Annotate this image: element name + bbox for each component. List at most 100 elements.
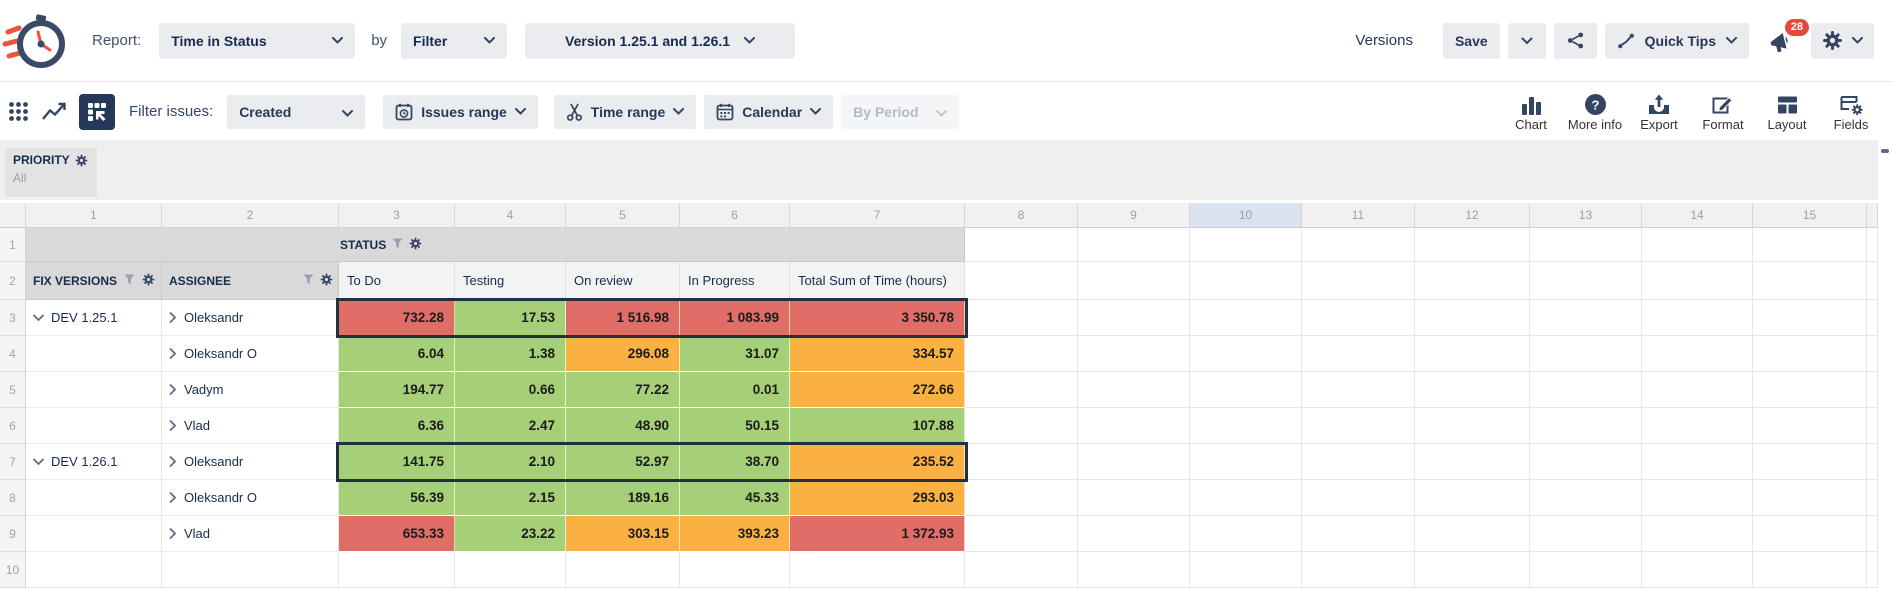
grid-cell[interactable] <box>1753 408 1867 444</box>
value-cell[interactable]: 334.57 <box>790 336 965 372</box>
grid-cell[interactable] <box>1190 262 1302 300</box>
value-cell[interactable]: 48.90 <box>566 408 680 444</box>
chart-action-button[interactable]: Chart <box>1502 92 1560 132</box>
expand-chevron-right-icon[interactable] <box>169 384 177 395</box>
apps-grid-icon[interactable] <box>8 101 29 122</box>
grid-cell[interactable] <box>1415 262 1530 300</box>
grid-cell[interactable] <box>965 408 1078 444</box>
issues-range-dropdown[interactable]: Issues range <box>383 95 538 129</box>
assignee-cell[interactable]: Oleksandr <box>162 300 339 336</box>
grid-cell[interactable] <box>965 336 1078 372</box>
column-header-1[interactable]: 1 <box>26 203 162 228</box>
column-header-11[interactable]: 11 <box>1302 203 1415 228</box>
grid-cell[interactable] <box>1753 444 1867 480</box>
grid-cell[interactable] <box>965 444 1078 480</box>
grid-cell[interactable] <box>1530 444 1642 480</box>
row-header-1[interactable]: 1 <box>0 228 26 262</box>
value-cell[interactable]: 1.38 <box>455 336 566 372</box>
value-cell[interactable]: 2.10 <box>455 444 566 480</box>
value-cell[interactable]: 77.22 <box>566 372 680 408</box>
settings-button[interactable] <box>1811 23 1874 59</box>
grid-cell[interactable] <box>1530 336 1642 372</box>
grid-cell[interactable] <box>1642 372 1753 408</box>
grid-cell[interactable] <box>1415 408 1530 444</box>
grid-cell[interactable] <box>1190 228 1302 262</box>
expand-chevron-right-icon[interactable] <box>169 456 177 467</box>
grid-cell[interactable] <box>1530 300 1642 336</box>
grid-cell[interactable] <box>965 516 1078 552</box>
status-column-header[interactable]: To Do <box>339 262 455 300</box>
grid-cell[interactable] <box>1642 480 1753 516</box>
value-cell[interactable]: 2.15 <box>455 480 566 516</box>
filter-icon[interactable] <box>392 238 403 252</box>
grid-corner-cell[interactable] <box>0 203 26 228</box>
grid-cell[interactable] <box>566 552 680 588</box>
grid-cell[interactable] <box>1530 372 1642 408</box>
grid-cell[interactable] <box>1642 408 1753 444</box>
grid-cell[interactable] <box>1078 372 1190 408</box>
column-header-9[interactable]: 9 <box>1078 203 1190 228</box>
column-header-6[interactable]: 6 <box>680 203 790 228</box>
grid-cell[interactable] <box>1415 444 1530 480</box>
grid-cell[interactable] <box>1753 372 1867 408</box>
grid-cell[interactable] <box>1753 552 1867 588</box>
scrollbar-thumb[interactable] <box>1881 149 1889 153</box>
value-cell[interactable]: 293.03 <box>790 480 965 516</box>
grid-cell[interactable] <box>1415 228 1530 262</box>
value-cell[interactable]: 272.66 <box>790 372 965 408</box>
grid-cell[interactable] <box>1190 372 1302 408</box>
time-range-dropdown[interactable]: Time range <box>554 95 696 129</box>
column-header-13[interactable]: 13 <box>1530 203 1642 228</box>
value-cell[interactable]: 17.53 <box>455 300 566 336</box>
value-cell[interactable]: 31.07 <box>680 336 790 372</box>
priority-filter-chip[interactable]: PRIORITY All <box>5 148 97 197</box>
value-cell[interactable]: 56.39 <box>339 480 455 516</box>
value-cell[interactable]: 0.66 <box>455 372 566 408</box>
assignee-cell[interactable]: Vlad <box>162 408 339 444</box>
grid-cell[interactable] <box>1302 336 1415 372</box>
status-column-header[interactable]: Total Sum of Time (hours) <box>790 262 965 300</box>
grid-cell[interactable] <box>1190 300 1302 336</box>
grid-cell[interactable] <box>1642 444 1753 480</box>
gear-icon[interactable] <box>75 154 88 167</box>
format-action-button[interactable]: Format <box>1694 92 1752 132</box>
value-cell[interactable]: 50.15 <box>680 408 790 444</box>
row-header-2[interactable]: 2 <box>0 262 26 300</box>
grid-cell[interactable] <box>1642 552 1753 588</box>
value-cell[interactable]: 45.33 <box>680 480 790 516</box>
grid-cell[interactable] <box>1530 552 1642 588</box>
column-header-3[interactable]: 3 <box>339 203 455 228</box>
grid-cell[interactable] <box>1867 516 1878 552</box>
collapse-chevron-down-icon[interactable] <box>33 458 44 466</box>
grid-cell[interactable] <box>1867 300 1878 336</box>
versions-button[interactable]: Versions <box>1343 23 1425 59</box>
grid-cell[interactable] <box>1642 228 1753 262</box>
fix-version-cell[interactable] <box>26 372 162 408</box>
grid-cell[interactable] <box>1302 228 1415 262</box>
grid-cell[interactable] <box>965 228 1078 262</box>
grid-cell[interactable] <box>339 552 455 588</box>
value-cell[interactable]: 6.36 <box>339 408 455 444</box>
collapse-chevron-down-icon[interactable] <box>33 314 44 322</box>
grid-cell[interactable] <box>1530 480 1642 516</box>
grid-cell[interactable] <box>1753 336 1867 372</box>
more-info-action-button[interactable]: ?More info <box>1566 92 1624 132</box>
grid-cell[interactable] <box>1867 444 1878 480</box>
save-options-button[interactable] <box>1508 23 1546 59</box>
grid-cell[interactable] <box>1530 228 1642 262</box>
fields-action-button[interactable]: Fields <box>1822 92 1880 132</box>
value-cell[interactable]: 303.15 <box>566 516 680 552</box>
grid-cell[interactable] <box>1867 228 1878 262</box>
value-cell[interactable]: 52.97 <box>566 444 680 480</box>
value-cell[interactable]: 141.75 <box>339 444 455 480</box>
assignee-cell[interactable]: Vlad <box>162 516 339 552</box>
grid-cell[interactable] <box>1753 516 1867 552</box>
row-header-8[interactable]: 8 <box>0 480 26 516</box>
grid-cell[interactable] <box>1530 516 1642 552</box>
value-cell[interactable]: 393.23 <box>680 516 790 552</box>
grid-cell[interactable] <box>1415 336 1530 372</box>
expand-chevron-right-icon[interactable] <box>169 420 177 431</box>
column-header-8[interactable]: 8 <box>965 203 1078 228</box>
vertical-scrollbar[interactable] <box>1878 141 1892 590</box>
grid-cell[interactable] <box>1190 480 1302 516</box>
